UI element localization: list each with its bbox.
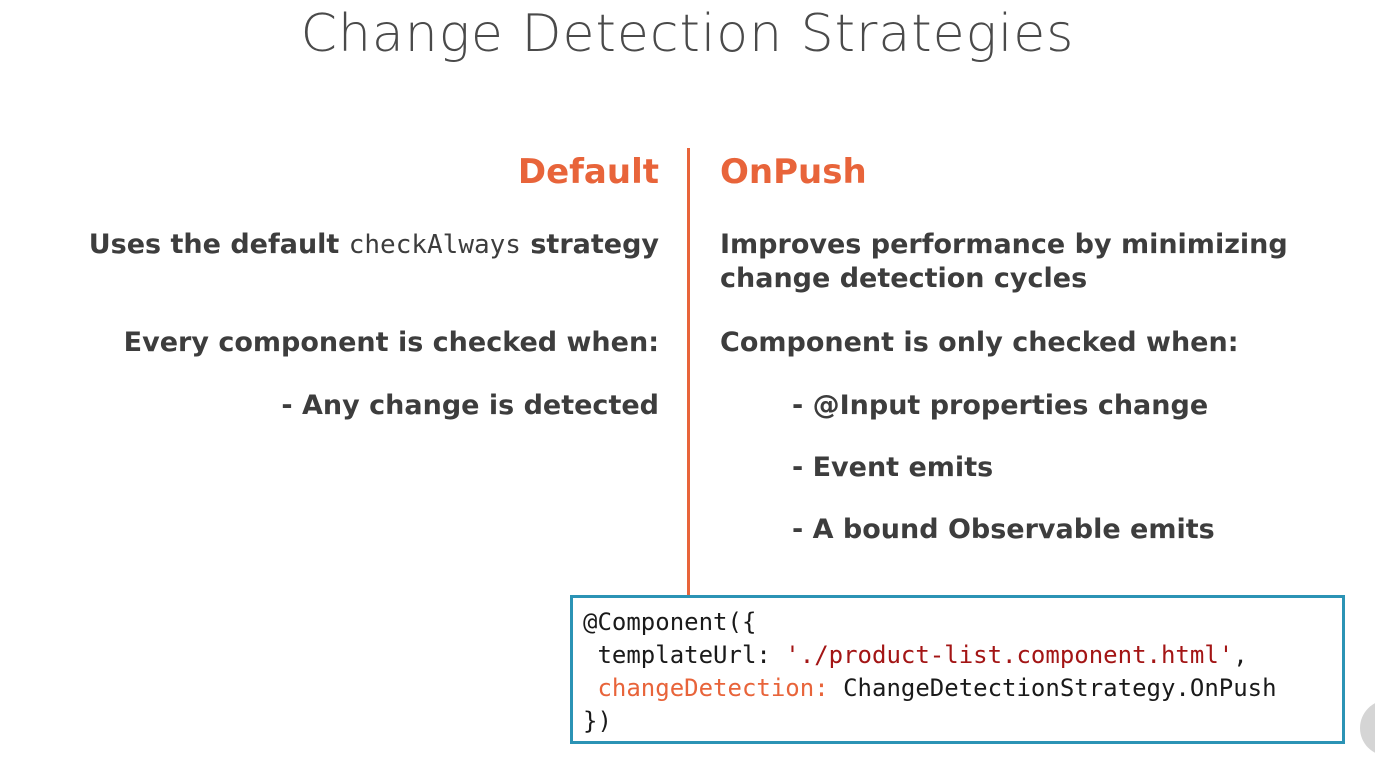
default-bullet-any-change: - Any change is detected	[281, 390, 659, 421]
code-line-change-detection: changeDetection: ChangeDetectionStrategy…	[583, 672, 1332, 705]
onpush-bullet-input: - @Input properties change	[792, 390, 1209, 421]
default-heading: Default	[517, 152, 659, 192]
onpush-heading: OnPush	[720, 152, 867, 192]
onpush-bullet-observable: - A bound Observable emits	[792, 514, 1215, 545]
onpush-description-line1: Improves performance by minimizing	[720, 229, 1288, 260]
code-line-close: })	[583, 707, 612, 735]
column-divider	[687, 148, 690, 596]
code-snippet-box: @Component({ templateUrl: './product-lis…	[570, 595, 1345, 744]
code-template-url-comma: ,	[1233, 641, 1248, 669]
slide-title: Change Detection Strategies	[300, 4, 1075, 64]
onpush-checked-when: Component is only checked when:	[720, 327, 1239, 358]
default-description: Uses the default checkAlways strategy	[19, 228, 659, 262]
code-change-detection-key: changeDetection:	[583, 674, 844, 702]
default-description-prefix: Uses the default	[88, 229, 349, 260]
code-line-decorator: @Component({	[583, 608, 757, 636]
onpush-description-line2: change detection cycles	[720, 263, 1088, 294]
code-template-url-value: './product-list.component.html'	[785, 641, 1234, 669]
default-description-suffix: strategy	[520, 229, 659, 260]
default-description-code: checkAlways	[348, 230, 521, 260]
code-line-template-url: templateUrl: './product-list.component.h…	[583, 639, 1332, 672]
default-checked-when: Every component is checked when:	[123, 327, 659, 358]
code-template-url-key: templateUrl:	[583, 641, 786, 669]
onpush-bullet-event: - Event emits	[792, 452, 994, 483]
code-change-detection-value: ChangeDetectionStrategy.OnPush	[843, 674, 1277, 702]
corner-control-circle[interactable]	[1360, 700, 1375, 756]
